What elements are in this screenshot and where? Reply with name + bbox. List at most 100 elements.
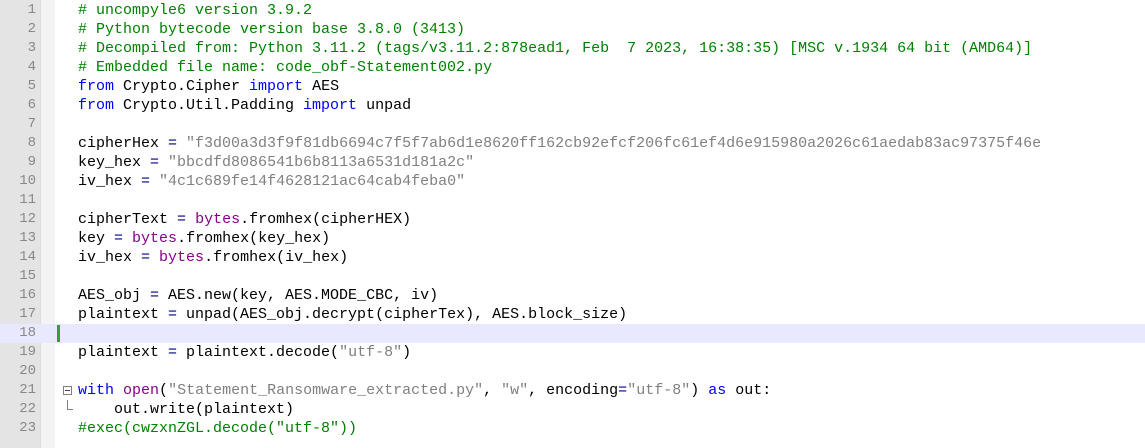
code-token: unpad(AES_obj.decrypt(cipherTex), AES.bl… [177,306,628,323]
code-text[interactable]: from Crypto.Util.Padding import unpad [78,96,411,115]
code-text[interactable]: # Python bytecode version base 3.8.0 (34… [78,20,465,39]
code-token: AES_obj [78,287,151,304]
line-number: 12 [19,211,36,227]
code-token: = [177,211,187,228]
code-text[interactable]: with open("Statement_Ransomware_extracte… [78,381,771,400]
code-text[interactable]: # uncompyle6 version 3.9.2 [78,1,312,20]
code-line[interactable]: 4 # Embedded file name: code_obf-Statemen… [0,58,1145,77]
code-token: = [150,154,160,171]
code-token: .fromhex(cipherHEX) [240,211,412,228]
code-token: , [483,382,502,399]
code-token: plaintext.decode( [177,344,340,361]
code-token: "w" [501,382,529,399]
code-line[interactable]: 20 [0,362,1145,381]
fold-toggle-icon[interactable] [63,386,72,395]
code-token: ) [402,344,412,361]
code-token: = [141,249,151,266]
code-line[interactable]: 9 key_hex = "bbcdfd8086541b6b8113a6531d18… [0,153,1145,172]
code-text[interactable]: cipherText = bytes.fromhex(cipherHEX) [78,210,411,229]
line-number: 3 [27,40,36,56]
code-token: "utf-8" [627,382,691,399]
line-number: 8 [27,135,36,151]
code-editor[interactable]: 1 # uncompyle6 version 3.9.2 2 # Python byt… [0,0,1145,448]
code-token: , encoding [528,382,619,399]
code-token: # Embedded file name: code_obf-Statement… [78,59,493,76]
code-line[interactable]: 7 [0,115,1145,134]
code-lines[interactable]: 1 # uncompyle6 version 3.9.2 2 # Python byt… [0,1,1145,438]
code-token: import [303,97,358,114]
code-line[interactable]: 15 [0,267,1145,286]
code-token: Crypto.Util.Padding [114,97,304,114]
code-line[interactable]: 3 # Decompiled from: Python 3.11.2 (tags/… [0,39,1145,58]
code-token: .fromhex(key_hex) [177,230,331,247]
code-line[interactable]: 23 #exec(cwzxnZGL.decode("utf-8")) [0,419,1145,438]
code-line[interactable]: 16 AES_obj = AES.new(key, AES.MODE_CBC, i… [0,286,1145,305]
code-token: # Decompiled from: Python 3.11.2 (tags/v… [78,40,1033,57]
code-text[interactable]: from Crypto.Cipher import AES [78,77,339,96]
line-number: 1 [27,2,36,18]
code-line[interactable]: 6 from Crypto.Util.Padding import unpad [0,96,1145,115]
code-line[interactable]: 14 iv_hex = bytes.fromhex(iv_hex) [0,248,1145,267]
code-text[interactable]: # Decompiled from: Python 3.11.2 (tags/v… [78,39,1032,58]
line-number: 19 [19,344,36,360]
code-text[interactable]: plaintext = unpad(AES_obj.decrypt(cipher… [78,305,627,324]
code-line[interactable]: 10 iv_hex = "4c1c689fe14f4628121ac64cab4f… [0,172,1145,191]
code-token: = [150,287,160,304]
code-token: "Statement_Ransomware_extracted.py" [168,382,484,399]
code-line[interactable]: 21 with open("Statement_Ransomware_extrac… [0,381,1145,400]
line-number: 2 [27,21,36,37]
code-token: "utf-8" [339,344,403,361]
code-line[interactable]: 22 out.write(plaintext) [0,400,1145,419]
code-text[interactable]: iv_hex = "4c1c689fe14f4628121ac64cab4feb… [78,172,465,191]
code-line[interactable]: 1 # uncompyle6 version 3.9.2 [0,1,1145,20]
code-text[interactable]: iv_hex = bytes.fromhex(iv_hex) [78,248,348,267]
code-text[interactable]: #exec(cwzxnZGL.decode("utf-8")) [78,419,357,438]
line-number: 10 [19,173,36,189]
code-token: "bbcdfd8086541b6b8113a6531d181a2c" [168,154,475,171]
code-text[interactable]: key_hex = "bbcdfd8086541b6b8113a6531d181… [78,153,474,172]
code-line[interactable]: 17 plaintext = unpad(AES_obj.decrypt(ciph… [0,305,1145,324]
code-line[interactable]: 13 key = bytes.fromhex(key_hex) [0,229,1145,248]
code-line[interactable]: 8 cipherHex = "f3d00a3d3f9f81db6694c7f5f7… [0,134,1145,153]
code-text[interactable]: AES_obj = AES.new(key, AES.MODE_CBC, iv) [78,286,438,305]
code-token: = [141,173,151,190]
line-number: 14 [19,249,36,265]
code-line[interactable]: 19 plaintext = plaintext.decode("utf-8") [0,343,1145,362]
code-token: bytes [159,249,205,266]
line-number: 15 [19,268,36,284]
line-number: 18 [19,325,36,341]
code-line[interactable]: 5 from Crypto.Cipher import AES [0,77,1145,96]
code-text[interactable]: # Embedded file name: code_obf-Statement… [78,58,492,77]
line-number: 9 [27,154,36,170]
code-line[interactable]: 11 [0,191,1145,210]
line-number: 5 [27,78,36,94]
code-token: with [78,382,115,399]
line-number: 17 [19,306,36,322]
code-token: key [78,230,115,247]
code-text[interactable]: cipherHex = "f3d00a3d3f9f81db6694c7f5f7a… [78,134,1041,153]
code-text[interactable]: out.write(plaintext) [78,400,294,419]
code-token: open [123,382,160,399]
change-marker [57,325,60,342]
code-token: ( [159,382,169,399]
code-token: unpad [357,97,412,114]
code-token: # Python bytecode version base 3.8.0 (34… [78,21,466,38]
code-token: #exec(cwzxnZGL.decode("utf-8")) [78,420,358,437]
code-token: = [618,382,628,399]
code-token: ) [690,382,709,399]
code-line[interactable]: 2 # Python bytecode version base 3.8.0 (3… [0,20,1145,39]
code-token: Crypto.Cipher [114,78,250,95]
line-number: 7 [27,116,36,132]
code-token: = [168,306,178,323]
code-token: AES [303,78,340,95]
line-number: 13 [19,230,36,246]
code-line[interactable]: 18 [0,324,1145,343]
code-text[interactable]: key = bytes.fromhex(key_hex) [78,229,330,248]
code-token: iv_hex [78,249,142,266]
code-text[interactable]: plaintext = plaintext.decode("utf-8") [78,343,411,362]
code-line[interactable]: 12 cipherText = bytes.fromhex(cipherHEX) [0,210,1145,229]
code-token: "4c1c689fe14f4628121ac64cab4feba0" [159,173,466,190]
